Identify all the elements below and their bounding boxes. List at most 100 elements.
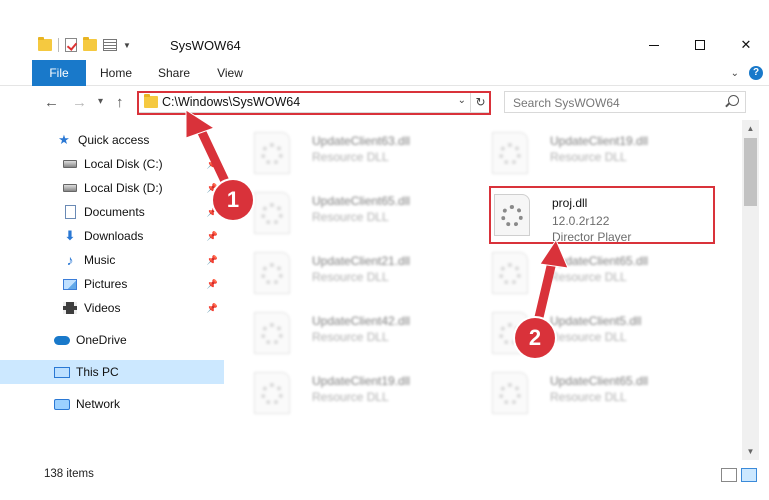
sidebar-item-label: Downloads	[84, 229, 144, 243]
file-type: Resource DLL	[550, 390, 627, 404]
videos-icon	[62, 300, 78, 316]
search-icon[interactable]	[728, 95, 739, 106]
chevron-down-icon[interactable]: ▼	[123, 41, 131, 50]
properties-check-icon[interactable]	[65, 38, 77, 52]
recent-locations-button[interactable]: ▾	[98, 96, 103, 107]
network-icon	[54, 396, 70, 412]
file-name: UpdateClient19.dll	[550, 134, 649, 148]
documents-icon	[62, 204, 78, 220]
tab-home[interactable]: Home	[92, 60, 140, 86]
list-item[interactable]: UpdateClient19.dll Resource DLL	[244, 366, 464, 420]
sidebar-item-this-pc[interactable]: This PC	[0, 360, 224, 384]
details-view-icon[interactable]	[721, 468, 737, 482]
dll-file-icon	[254, 132, 290, 174]
navigation-bar: ← → ▾ ↑ C:\Windows\SysWOW64 ⌄ ↻ Search S…	[0, 86, 769, 120]
file-type: Resource DLL	[312, 330, 389, 344]
folder-icon	[38, 37, 52, 51]
sidebar-item-onedrive[interactable]: OneDrive	[0, 328, 224, 352]
music-icon: ♪	[66, 252, 74, 268]
sidebar-item-pictures[interactable]: Pictures 📌	[0, 272, 224, 296]
dll-file-icon	[254, 192, 290, 234]
address-highlight-box	[137, 91, 491, 115]
minimize-icon	[649, 44, 659, 46]
sidebar-item-label: Videos	[84, 301, 121, 315]
file-type: Resource DLL	[550, 330, 627, 344]
new-folder-icon[interactable]	[83, 37, 97, 51]
dll-file-icon	[492, 372, 528, 414]
file-highlight-box	[489, 186, 715, 244]
help-icon[interactable]: ?	[749, 66, 763, 80]
list-item[interactable]: UpdateClient42.dll Resource DLL	[244, 306, 464, 360]
ribbon: File Home Share View ⌄ ?	[0, 60, 769, 114]
sidebar-item-documents[interactable]: Documents 📌	[0, 200, 224, 224]
list-item[interactable]: UpdateClient65.dll Resource DLL	[482, 246, 702, 300]
pin-icon[interactable]: 📌	[207, 255, 218, 266]
sidebar-item-local-disk-d[interactable]: Local Disk (D:) 📌	[0, 176, 224, 200]
sidebar-item-label: Music	[84, 253, 116, 267]
window-controls: ✕	[631, 30, 769, 60]
ribbon-controls: ⌄ ?	[731, 66, 763, 80]
sidebar-item-label: OneDrive	[76, 333, 127, 347]
pin-icon[interactable]: 📌	[207, 231, 218, 242]
sidebar-item-quick-access[interactable]: ★ Quick access	[0, 128, 224, 152]
up-button[interactable]: ↑	[116, 94, 124, 111]
list-item[interactable]: UpdateClient65.dll Resource DLL	[482, 366, 702, 420]
search-box[interactable]: Search SysWOW64	[504, 91, 746, 113]
item-count: 138 items	[44, 468, 94, 480]
file-name: UpdateClient65.dll	[312, 194, 411, 208]
sidebar-item-music[interactable]: ♪ Music 📌	[0, 248, 224, 272]
file-name: UpdateClient19.dll	[312, 374, 411, 388]
divider	[58, 38, 59, 52]
close-button[interactable]: ✕	[723, 30, 769, 60]
sidebar-item-label: Local Disk (D:)	[84, 181, 163, 195]
customize-icon[interactable]	[103, 39, 117, 51]
forward-button[interactable]: →	[72, 94, 87, 111]
sidebar-item-label: Local Disk (C:)	[84, 157, 163, 171]
search-input[interactable]: Search SysWOW64	[513, 96, 620, 110]
file-name: UpdateClient63.dll	[312, 134, 411, 148]
pin-icon[interactable]: 📌	[207, 159, 218, 170]
list-item[interactable]: UpdateClient19.dll Resource DLL	[482, 126, 702, 180]
dll-file-icon	[254, 252, 290, 294]
pin-icon[interactable]: 📌	[207, 303, 218, 314]
vertical-scrollbar[interactable]: ▲ ▼	[742, 120, 759, 460]
navigation-pane: ★ Quick access Local Disk (C:) 📌 Local D…	[0, 120, 230, 460]
dll-file-icon	[492, 132, 528, 174]
scroll-up-icon[interactable]: ▲	[742, 120, 759, 137]
file-name: UpdateClient42.dll	[312, 314, 411, 328]
quick-access-toolbar: ▼	[38, 37, 131, 52]
download-icon: ⬇	[64, 228, 76, 243]
scroll-down-icon[interactable]: ▼	[742, 443, 759, 460]
sidebar-item-label: This PC	[76, 365, 119, 379]
list-item[interactable]: UpdateClient65.dll Resource DLL	[244, 186, 464, 240]
list-item[interactable]: UpdateClient21.dll Resource DLL	[244, 246, 464, 300]
sidebar-item-network[interactable]: Network	[0, 392, 224, 416]
back-button[interactable]: ←	[44, 94, 59, 111]
scrollbar-thumb[interactable]	[744, 138, 757, 206]
sidebar-item-label: Quick access	[78, 133, 150, 147]
sidebar-item-label: Documents	[84, 205, 145, 219]
file-list: UpdateClient63.dll Resource DLL UpdateCl…	[230, 120, 742, 460]
drive-icon	[62, 156, 78, 172]
expand-ribbon-icon[interactable]: ⌄	[731, 68, 739, 79]
window-title: SysWOW64	[170, 38, 241, 53]
sidebar-item-downloads[interactable]: ⬇ Downloads 📌	[0, 224, 224, 248]
dll-file-icon	[254, 312, 290, 354]
file-name: UpdateClient21.dll	[312, 254, 411, 268]
tiles-view-icon[interactable]	[741, 468, 757, 482]
tab-view[interactable]: View	[206, 60, 254, 86]
sidebar-item-local-disk-c[interactable]: Local Disk (C:) 📌	[0, 152, 224, 176]
file-type: Resource DLL	[312, 270, 389, 284]
maximize-button[interactable]	[677, 30, 723, 60]
dll-file-icon	[492, 252, 528, 294]
list-item[interactable]: UpdateClient63.dll Resource DLL	[244, 126, 464, 180]
drive-icon	[62, 180, 78, 196]
sidebar-item-videos[interactable]: Videos 📌	[0, 296, 224, 320]
tab-share[interactable]: Share	[150, 60, 198, 86]
minimize-button[interactable]	[631, 30, 677, 60]
file-type: Resource DLL	[550, 150, 627, 164]
view-switcher	[721, 468, 757, 482]
pin-icon[interactable]: 📌	[207, 279, 218, 290]
file-type: Resource DLL	[312, 150, 389, 164]
status-bar: 138 items	[0, 460, 769, 490]
